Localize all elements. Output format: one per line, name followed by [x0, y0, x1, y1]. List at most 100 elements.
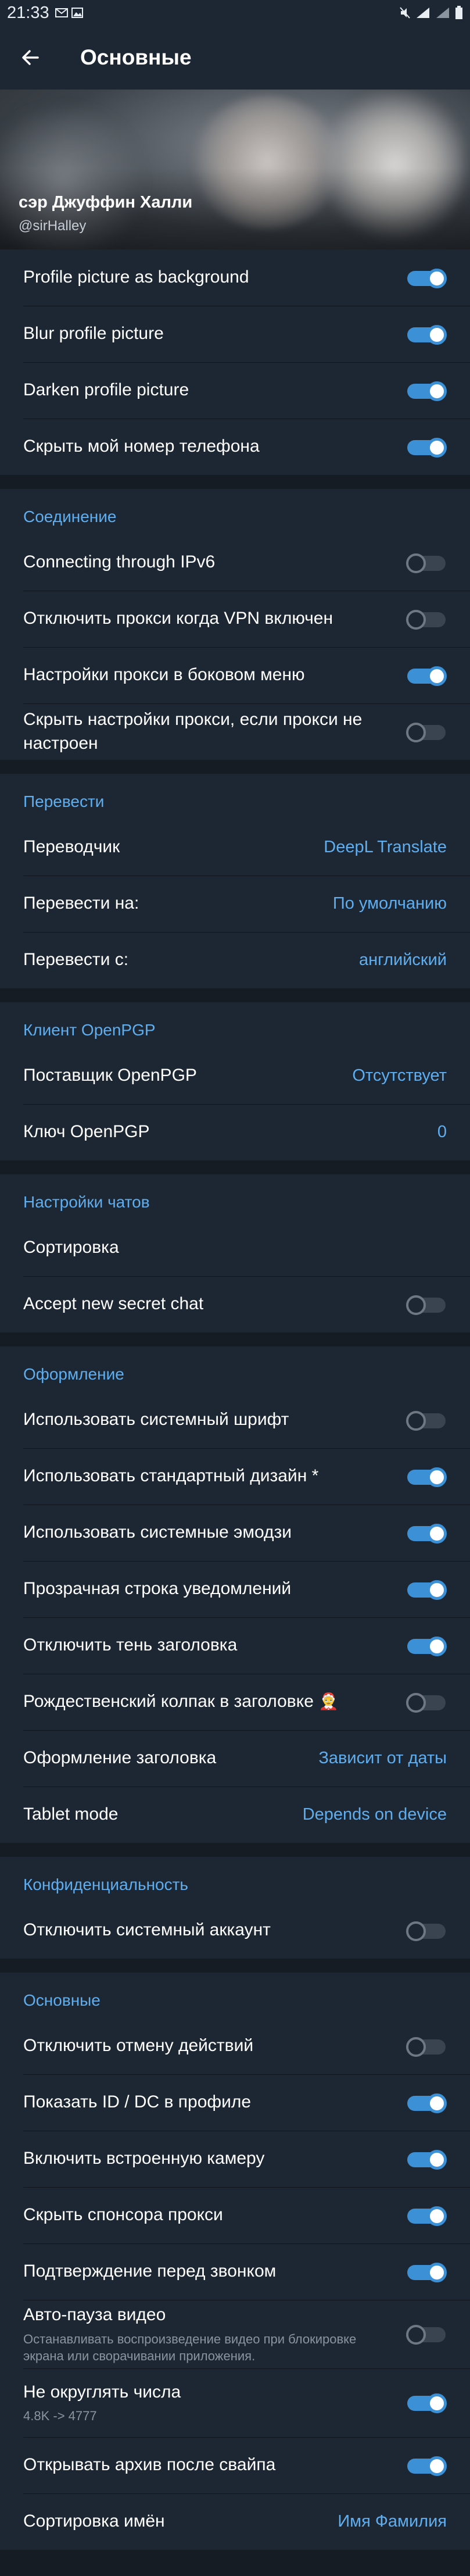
toggle-switch[interactable]: [406, 2393, 447, 2413]
settings-row-переводчик[interactable]: Переводчик DeepL Translate: [0, 819, 470, 876]
row-label: Показать ID / DC в профиле: [23, 2092, 252, 2112]
toggle-switch[interactable]: [406, 666, 447, 686]
settings-row-tablet-mode[interactable]: Tablet mode Depends on device: [0, 1787, 470, 1843]
settings-row-отключить-отмену-действий[interactable]: Отключить отмену действий: [0, 2018, 470, 2074]
mail-icon: [55, 8, 68, 17]
row-text: Tablet mode: [23, 1803, 293, 1827]
row-value[interactable]: Отсутствует: [352, 1066, 447, 1085]
row-label: Скрыть настройки прокси, если прокси не …: [23, 710, 363, 753]
settings-row-ключ-openpgp[interactable]: Ключ OpenPGP 0: [0, 1104, 470, 1160]
toggle-knob: [427, 1467, 447, 1487]
toggle-switch[interactable]: [406, 324, 447, 345]
settings-row-сортировка-имён[interactable]: Сортировка имён Имя Фамилия: [0, 2493, 470, 2550]
toggle-knob: [427, 324, 447, 345]
settings-row-открывать-архив-после-свайпа[interactable]: Открывать архив после свайпа: [0, 2437, 470, 2493]
row-value[interactable]: Имя Фамилия: [338, 2512, 447, 2531]
toggle-switch[interactable]: [406, 2206, 447, 2226]
row-text: Авто-пауза видео Останавливать воспроизве…: [23, 2303, 394, 2365]
row-text: Показать ID / DC в профиле: [23, 2091, 394, 2114]
settings-row-connecting-through-ipv6[interactable]: Connecting through IPv6: [0, 534, 470, 591]
row-text: Использовать стандартный дизайн *: [23, 1464, 394, 1488]
toggle-switch[interactable]: [406, 609, 447, 630]
toggle-switch[interactable]: [406, 2149, 447, 2170]
settings-row-accept-new-secret-chat[interactable]: Accept new secret chat: [0, 1276, 470, 1332]
toggle-switch[interactable]: [406, 2324, 447, 2345]
toggle-switch[interactable]: [406, 2093, 447, 2113]
settings-row-авто-пауза-видео[interactable]: Авто-пауза видео Останавливать воспроизве…: [0, 2300, 470, 2368]
settings-row-настройки-прокси-в-боковом-меню[interactable]: Настройки прокси в боковом меню: [0, 647, 470, 703]
settings-row-подтверждение-перед-звонком[interactable]: Подтверждение перед звонком: [0, 2243, 470, 2300]
settings-row-отключить-системный-аккаунт[interactable]: Отключить системный аккаунт: [0, 1902, 470, 1959]
toggle-switch[interactable]: [406, 1921, 447, 1941]
toggle-switch[interactable]: [406, 2456, 447, 2476]
settings-row-прозрачная-строка-уведомлений[interactable]: Прозрачная строка уведомлений: [0, 1561, 470, 1617]
row-text: Перевести с:: [23, 948, 350, 972]
row-value[interactable]: 0: [437, 1123, 447, 1142]
row-value[interactable]: DeepL Translate: [324, 838, 447, 857]
toggle-switch[interactable]: [406, 1410, 447, 1431]
settings-row-перевести-с[interactable]: Перевести с: английский: [0, 932, 470, 988]
section-divider: [0, 1843, 470, 1857]
settings-row-не-округлять-числа[interactable]: Не округлять числа 4.8K -> 4777: [0, 2368, 470, 2437]
settings-row-сортировка[interactable]: Сортировка: [0, 1220, 470, 1276]
settings-row-использовать-системные-эмодзи[interactable]: Использовать системные эмодзи: [0, 1505, 470, 1561]
settings-row-blur-profile-picture[interactable]: Blur profile picture: [0, 306, 470, 362]
section-header: Оформление: [23, 1365, 124, 1383]
profile-header: сэр Джуффин Халли @sirHalley: [0, 90, 470, 249]
battery-icon: [455, 6, 462, 19]
settings-row-скрыть-спонсора-прокси[interactable]: Скрыть спонсора прокси: [0, 2187, 470, 2243]
settings-row-показать-id-dc-в-профиле[interactable]: Показать ID / DC в профиле: [0, 2074, 470, 2131]
row-value[interactable]: Зависит от даты: [318, 1749, 447, 1768]
settings-row-darken-profile-picture[interactable]: Darken profile picture: [0, 362, 470, 419]
mute-icon: [400, 7, 410, 19]
toggle-switch[interactable]: [406, 268, 447, 288]
toggle-switch[interactable]: [406, 1636, 447, 1656]
toggle-switch[interactable]: [406, 553, 447, 573]
settings-list: Profile picture as background Blur profil…: [0, 249, 470, 2550]
toggle-switch[interactable]: [406, 381, 447, 401]
settings-row-оформление-заголовка[interactable]: Оформление заголовка Зависит от даты: [0, 1730, 470, 1787]
settings-section: Оформление Использовать системный шрифт Ис…: [0, 1346, 470, 1843]
toggle-switch[interactable]: [406, 1692, 447, 1713]
row-label: Открывать архив после свайпа: [23, 2455, 276, 2475]
toggle-switch[interactable]: [406, 1467, 447, 1487]
row-label: Darken profile picture: [23, 380, 189, 400]
settings-row-скрыть-настройки-прокси-если-прокси-не-настроен[interactable]: Скрыть настройки прокси, если прокси не …: [0, 703, 470, 760]
toggle-switch[interactable]: [406, 1295, 447, 1315]
status-time: 21:33: [7, 3, 49, 22]
row-label: Accept new secret chat: [23, 1294, 204, 1314]
back-button[interactable]: [14, 41, 46, 74]
row-text: Отключить тень заголовка: [23, 1634, 394, 1657]
toggle-switch[interactable]: [406, 722, 447, 742]
toggle-knob: [427, 1523, 447, 1544]
section-divider: [0, 1959, 470, 1973]
settings-row-отключить-прокси-когда-vpn-включен[interactable]: Отключить прокси когда VPN включен: [0, 591, 470, 647]
toggle-switch[interactable]: [406, 1580, 447, 1600]
toggle-switch[interactable]: [406, 2036, 447, 2057]
status-notification-icons: [55, 8, 83, 18]
toggle-switch[interactable]: [406, 437, 447, 458]
row-label: Скрыть спонсора прокси: [23, 2205, 223, 2225]
settings-row-использовать-системный-шрифт[interactable]: Использовать системный шрифт: [0, 1392, 470, 1448]
settings-section: Настройки чатов Сортировка Accept new secr…: [0, 1174, 470, 1332]
row-value[interactable]: Depends on device: [303, 1805, 447, 1824]
settings-row-отключить-тень-заголовка[interactable]: Отключить тень заголовка: [0, 1617, 470, 1674]
settings-row-перевести-на[interactable]: Перевести на: По умолчанию: [0, 876, 470, 932]
settings-row-profile-picture-as-background[interactable]: Profile picture as background: [0, 249, 470, 306]
row-value[interactable]: По умолчанию: [333, 894, 447, 913]
toggle-knob: [427, 2093, 447, 2113]
row-label: Отключить прокси когда VPN включен: [23, 609, 333, 628]
settings-row-использовать-стандартный-дизайн[interactable]: Использовать стандартный дизайн *: [0, 1448, 470, 1505]
row-label: Сортировка имён: [23, 2511, 165, 2531]
settings-row-рождественский-колпак-в-заголовке[interactable]: Рождественский колпак в заголовке 🤶: [0, 1674, 470, 1730]
profile-username: @sirHalley: [19, 218, 87, 234]
row-label: Сортировка: [23, 1238, 119, 1257]
toggle-switch[interactable]: [406, 2262, 447, 2282]
settings-row-включить-встроенную-камеру[interactable]: Включить встроенную камеру: [0, 2131, 470, 2187]
row-text: Оформление заголовка: [23, 1746, 309, 1770]
row-value[interactable]: английский: [359, 951, 447, 970]
toggle-switch[interactable]: [406, 1523, 447, 1544]
settings-row-скрыть-мой-номер-телефона[interactable]: Скрыть мой номер телефона: [0, 419, 470, 475]
settings-row-поставщик-openpgp[interactable]: Поставщик OpenPGP Отсутствует: [0, 1048, 470, 1104]
row-label: Настройки прокси в боковом меню: [23, 665, 305, 685]
